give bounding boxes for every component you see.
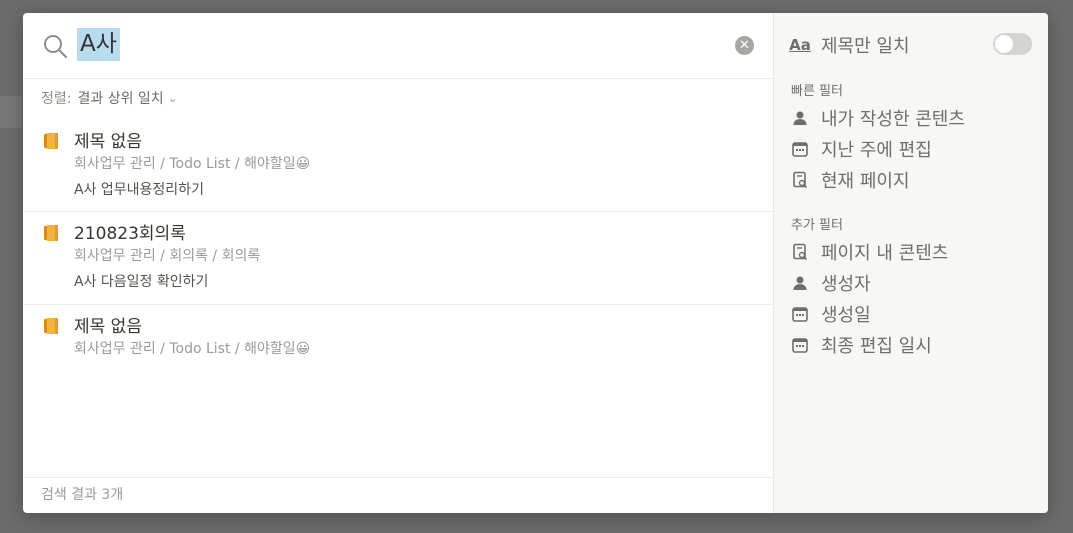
filter-current-page[interactable]: 현재 페이지 — [791, 167, 910, 193]
clear-search-button[interactable]: ✕ — [735, 36, 754, 55]
person-icon — [793, 276, 807, 290]
search-bar: A사 ✕ — [23, 13, 773, 79]
result-path: 회사업무 관리 / 회의록 / 회의록 — [74, 248, 261, 264]
result-path: 회사업무 관리 / Todo List / 해야할일😀 — [74, 156, 311, 172]
filter-created-by[interactable]: 생성자 — [791, 270, 871, 296]
filter-label: 생성일 — [821, 305, 871, 326]
search-modal: A사 ✕ 정렬: 결과 상위 일치 ⌄ 제목 없음 회사업무 관리 / Todo… — [23, 13, 1048, 513]
title-only-filter[interactable]: Aa 제목만 일치 — [789, 32, 910, 58]
notebook-icon — [44, 133, 58, 149]
person-icon — [793, 111, 807, 125]
filter-label: 페이지 내 콘텐츠 — [821, 243, 949, 264]
notebook-icon — [44, 225, 58, 241]
filter-created-date[interactable]: 생성일 — [791, 301, 871, 327]
sort-label: 정렬: — [41, 91, 72, 107]
filter-my-content[interactable]: 내가 작성한 콘텐츠 — [791, 105, 965, 131]
filter-label: 최종 편집 일시 — [821, 336, 932, 357]
backdrop — [0, 96, 22, 128]
results-list: 제목 없음 회사업무 관리 / Todo List / 해야할일😀 A사 업무내… — [23, 120, 773, 369]
filters-panel: Aa 제목만 일치 빠른 필터 내가 작성한 콘텐츠 지난 주에 편집 현재 페… — [774, 13, 1048, 513]
text-match-icon: Aa — [789, 36, 811, 54]
result-title: 제목 없음 — [74, 317, 142, 337]
page-search-icon — [793, 171, 808, 189]
page-search-icon — [793, 243, 808, 261]
result-snippet: A사 업무내용정리하기 — [74, 182, 204, 198]
quick-filters-heading: 빠른 필터 — [791, 84, 843, 99]
search-icon — [44, 35, 68, 59]
filter-label: 현재 페이지 — [821, 171, 910, 192]
close-icon: ✕ — [739, 38, 750, 53]
chevron-down-icon: ⌄ — [167, 91, 178, 105]
result-path: 회사업무 관리 / Todo List / 해야할일😀 — [74, 341, 311, 357]
more-filters-heading: 추가 필터 — [791, 218, 843, 233]
result-title: 제목 없음 — [74, 132, 142, 152]
search-input[interactable]: A사 — [77, 28, 120, 61]
result-count: 검색 결과 3개 — [23, 477, 773, 513]
list-item[interactable]: 제목 없음 회사업무 관리 / Todo List / 해야할일😀 A사 업무내… — [23, 120, 773, 212]
title-only-toggle[interactable] — [993, 33, 1032, 55]
list-item[interactable]: 210823회의록 회사업무 관리 / 회의록 / 회의록 A사 다음일정 확인… — [23, 212, 773, 305]
calendar-icon — [792, 338, 808, 353]
results-pane: A사 ✕ 정렬: 결과 상위 일치 ⌄ 제목 없음 회사업무 관리 / Todo… — [23, 13, 774, 513]
sort-dropdown[interactable]: 정렬: 결과 상위 일치 ⌄ — [41, 88, 178, 108]
notebook-icon — [44, 318, 58, 334]
calendar-icon — [792, 307, 808, 322]
result-title: 210823회의록 — [74, 224, 186, 244]
result-snippet: A사 다음일정 확인하기 — [74, 274, 209, 290]
list-item[interactable]: 제목 없음 회사업무 관리 / Todo List / 해야할일😀 — [23, 305, 773, 369]
calendar-icon — [792, 142, 808, 157]
filter-last-edited[interactable]: 최종 편집 일시 — [791, 332, 932, 358]
filter-edited-last-week[interactable]: 지난 주에 편집 — [791, 136, 932, 162]
sort-value: 결과 상위 일치 — [77, 91, 164, 107]
filter-label: 지난 주에 편집 — [821, 140, 932, 161]
title-only-label: 제목만 일치 — [821, 36, 910, 57]
filter-label: 생성자 — [821, 274, 871, 295]
filter-label: 내가 작성한 콘텐츠 — [821, 109, 965, 130]
toggle-knob — [995, 35, 1013, 53]
filter-in-page[interactable]: 페이지 내 콘텐츠 — [791, 239, 948, 265]
